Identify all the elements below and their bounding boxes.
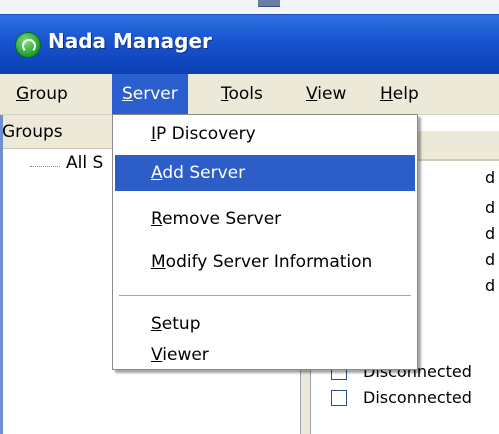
tree-connector [30,166,60,167]
menu-item-label: dd Server [162,163,246,183]
tree-item-all-servers[interactable]: All S [66,153,103,173]
menu-item-mnemonic: V [151,345,163,365]
desktop-strip [0,0,499,14]
menu-tools-mnemonic: T [221,84,229,104]
menu-item-label: etup [161,314,201,334]
app-logo-icon [15,32,41,58]
menu-separator [119,295,411,296]
server-dropdown-menu: IP Discovery Add Server Remove Server Mo… [112,114,418,370]
menu-group-label: roup [29,84,68,104]
menu-item-label: P Discovery [156,124,256,144]
menu-item-ip-discovery[interactable]: IP Discovery [115,116,415,152]
menu-group-mnemonic: G [16,84,30,104]
menu-server-mnemonic: S [122,84,133,104]
menu-item-mnemonic: R [151,209,163,229]
window-left-border [0,115,3,434]
menu-help[interactable]: Help [370,74,429,114]
menu-item-mnemonic: S [151,314,162,334]
title-bar[interactable]: Nada Manager [0,14,499,75]
status-cell: d [485,250,496,269]
menu-help-label: elp [392,84,419,104]
menu-view[interactable]: View [296,74,356,114]
menu-server-label: erver [132,84,178,104]
menu-item-label: odify Server Information [165,252,373,272]
menu-tools-label: ools [228,84,263,104]
menu-tools[interactable]: Tools [211,74,273,114]
window-title: Nada Manager [48,29,212,53]
menu-group[interactable]: Group [6,74,78,114]
status-cell: d [485,276,496,295]
menu-item-mnemonic: M [151,252,166,272]
status-cell: d [485,198,496,217]
status-cell: d [485,224,496,243]
menu-bar: Group Server Tools View Help [0,74,499,115]
menu-view-mnemonic: V [306,84,318,104]
status-cell: d [485,168,496,187]
menu-item-remove-server[interactable]: Remove Server [115,201,415,237]
menu-item-add-server[interactable]: Add Server [115,155,415,191]
status-cell: Disconnected [363,388,472,407]
row-checkbox[interactable] [331,390,347,406]
menu-item-label: emove Server [162,209,282,229]
menu-help-mnemonic: H [380,84,393,104]
menu-item-modify-server-information[interactable]: Modify Server Information [115,244,415,280]
menu-item-mnemonic: A [151,163,163,183]
menu-server[interactable]: Server [112,74,188,114]
menu-view-label: iew [317,84,347,104]
table-row[interactable]: Disconnected [311,387,499,411]
menu-item-label: iewer [162,345,209,365]
window-edge [258,0,280,7]
menu-item-viewer[interactable]: Viewer [115,337,415,373]
